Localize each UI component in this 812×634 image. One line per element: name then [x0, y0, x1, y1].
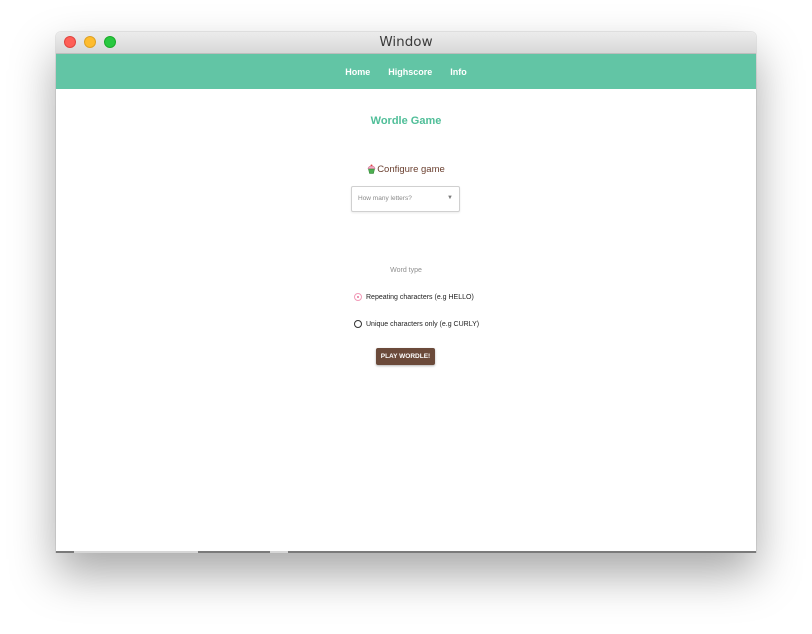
radio-unique-label: Unique characters only (e.g CURLY)	[366, 320, 480, 328]
play-wordle-button[interactable]: PLAY WORDLE!	[376, 348, 435, 365]
title-bar: Window	[56, 32, 756, 54]
window-bottom-segment	[74, 551, 198, 553]
window-bottom-segment	[270, 551, 288, 553]
radio-repeating-checked[interactable]	[354, 293, 362, 301]
page-title: Wordle Game	[370, 115, 442, 127]
configure-label: Configure game	[377, 164, 445, 175]
radio-unique-unchecked[interactable]	[354, 320, 362, 328]
nav-highscore-link[interactable]: Highscore	[388, 67, 432, 77]
main-content: Wordle Game Configure game How many lett…	[56, 89, 756, 552]
configure-heading: Configure game	[56, 164, 756, 175]
letters-select-placeholder: How many letters?	[358, 195, 412, 202]
letters-select[interactable]: How many letters? ▼	[351, 186, 460, 212]
chevron-down-icon: ▼	[447, 195, 453, 201]
nav-info-link[interactable]: Info	[450, 67, 467, 77]
radio-option-repeating[interactable]: Repeating characters (e.g HELLO)	[354, 293, 474, 301]
top-navbar: Home Highscore Info	[56, 54, 756, 89]
word-type-label: Word type	[390, 267, 422, 274]
window-title: Window	[379, 34, 433, 50]
radio-option-unique[interactable]: Unique characters only (e.g CURLY)	[354, 320, 479, 328]
app-window: Window Home Highscore Info Wordle Game C…	[56, 32, 756, 552]
nav-home-link[interactable]: Home	[345, 67, 370, 77]
radio-repeating-label: Repeating characters (e.g HELLO)	[366, 293, 474, 301]
cupcake-icon	[367, 164, 376, 174]
